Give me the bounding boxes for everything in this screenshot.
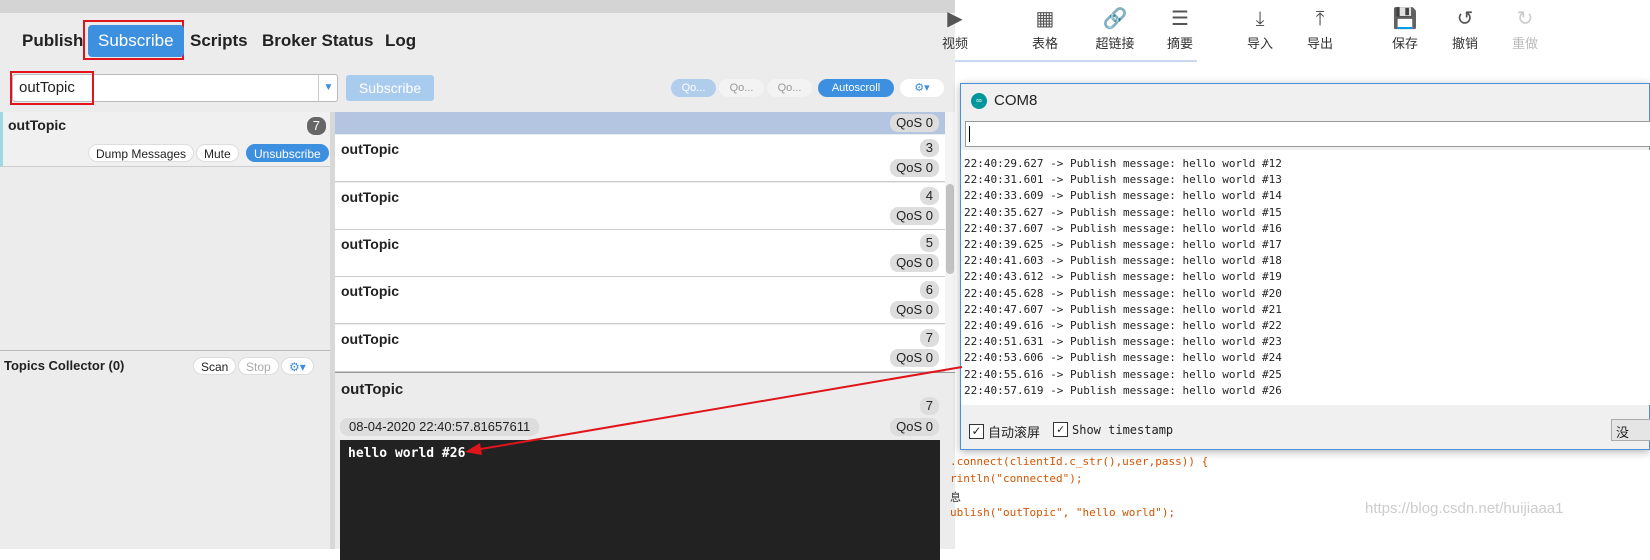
- arrow-head: [465, 443, 482, 455]
- annotation-arrow: [465, 366, 963, 455]
- arrow-line: [474, 366, 963, 451]
